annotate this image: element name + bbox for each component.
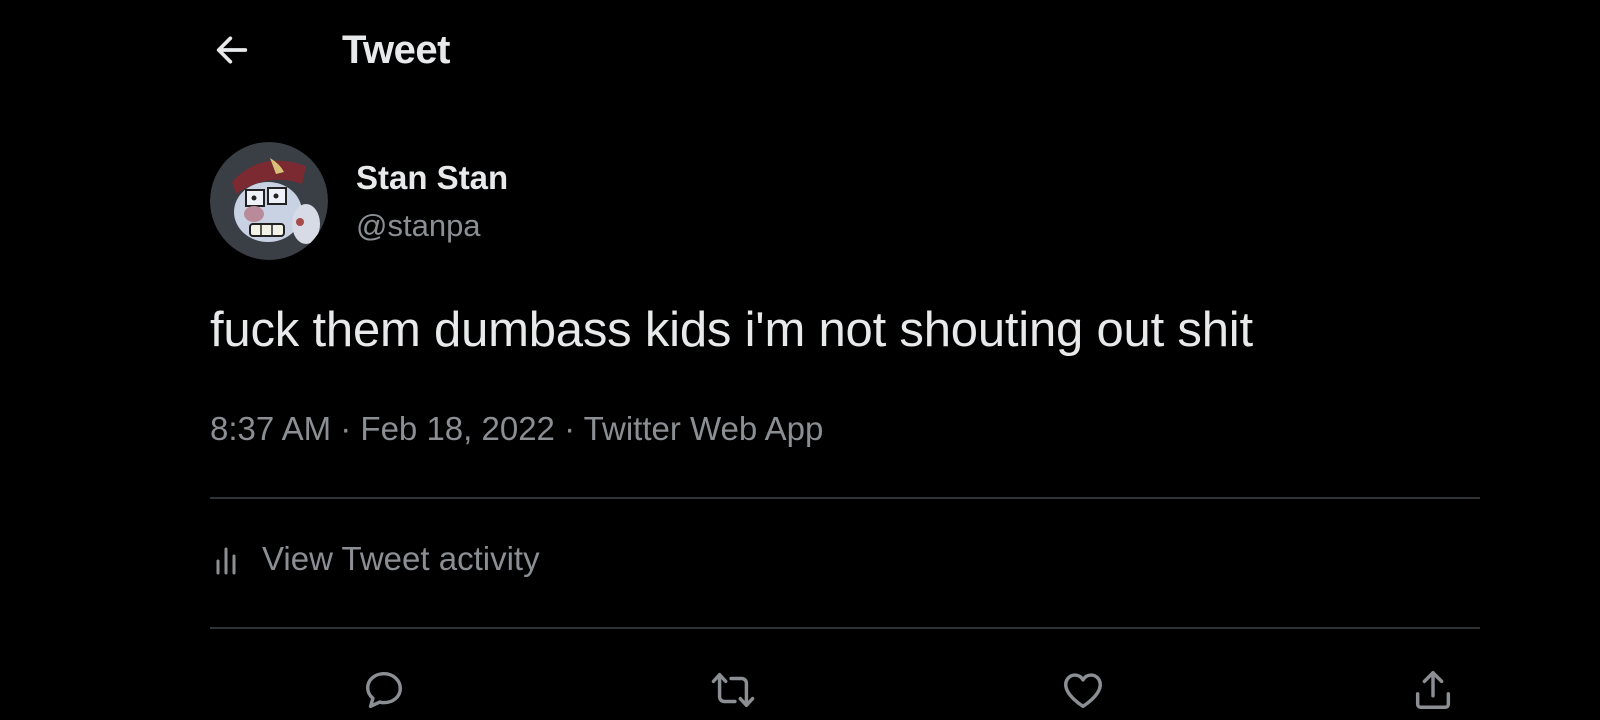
reply-button[interactable] [358,664,410,716]
author-display-name[interactable]: Stan Stan [356,158,508,198]
author-names: Stan Stan @stanpa [356,158,508,244]
tweet-date[interactable]: Feb 18, 2022 [360,410,555,447]
back-button[interactable] [212,26,260,74]
tweet-author: Stan Stan @stanpa [210,142,508,260]
arrow-left-icon [216,36,248,64]
tweet-source[interactable]: Twitter Web App [584,410,824,447]
divider [210,497,1480,499]
view-tweet-activity[interactable]: View Tweet activity [214,540,540,578]
share-icon [1415,671,1451,709]
heart-icon [1064,673,1102,709]
tweet-text: fuck them dumbass kids i'm not shouting … [210,303,1253,357]
tweet-meta: 8:37 AM · Feb 18, 2022 · Twitter Web App [210,410,823,448]
avatar[interactable] [210,142,328,260]
view-tweet-activity-label: View Tweet activity [262,540,540,577]
like-button[interactable] [1057,664,1109,716]
divider [210,627,1480,629]
bar-chart-icon [216,547,236,575]
page-title: Tweet [342,27,450,72]
retweet-button[interactable] [707,664,759,716]
share-button[interactable] [1407,664,1459,716]
author-handle[interactable]: @stanpa [356,208,508,244]
retweet-icon [711,672,755,708]
tweet-time[interactable]: 8:37 AM [210,410,331,447]
comment-icon [365,671,403,709]
meta-separator: · [340,410,361,447]
meta-separator: · [564,410,584,447]
tweet-header: Tweet [212,22,450,78]
avatar-image [210,142,328,260]
